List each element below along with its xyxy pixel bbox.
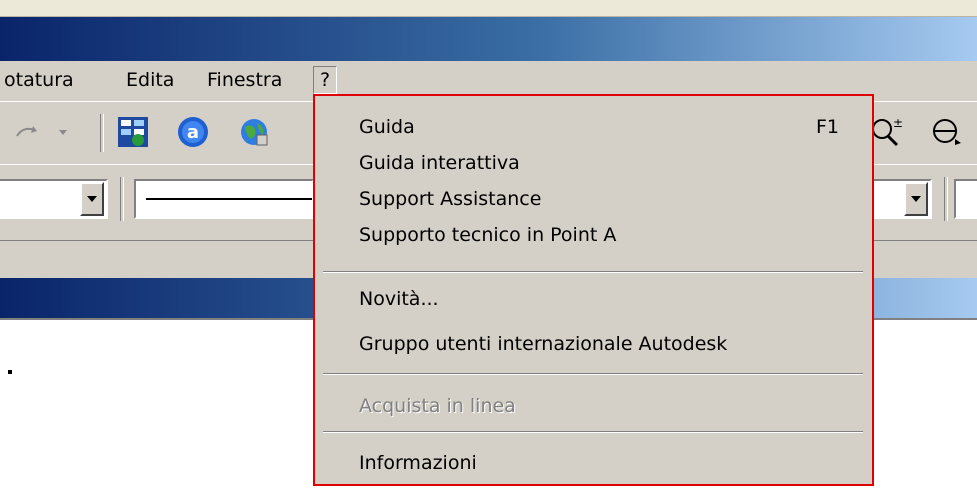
chevron-down-icon[interactable] — [80, 182, 104, 216]
menu-item-label: Acquista in linea — [359, 395, 516, 417]
menu-item-supporto-tecnico[interactable]: Supporto tecnico in Point A — [359, 218, 839, 252]
menu-separator — [323, 431, 863, 433]
menu-finestra[interactable]: Finestra — [203, 66, 286, 94]
linetype-preview-line — [146, 198, 312, 200]
menu-item-label: Guida interattiva — [359, 152, 520, 174]
3d-orbit-icon[interactable] — [928, 112, 964, 152]
svg-text:a: a — [187, 122, 199, 143]
menu-item-label: Informazioni — [359, 452, 477, 474]
window-top-strip — [0, 0, 977, 17]
toolbar-separator — [100, 114, 104, 152]
menu-item-label: Supporto tecnico in Point A — [359, 224, 617, 246]
lineweight-combo[interactable] — [870, 179, 932, 219]
menu-help[interactable]: ? — [313, 66, 338, 94]
menu-item-label: Guida — [359, 116, 415, 138]
menu-item-label: Novità... — [359, 288, 439, 310]
shortcut-label: F1 — [815, 116, 839, 138]
plotstyle-combo[interactable] — [954, 179, 977, 219]
menu-quotatura[interactable]: otatura — [0, 66, 78, 94]
title-bar — [0, 17, 977, 61]
menu-item-gruppo-utenti[interactable]: Gruppo utenti internazionale Autodesk — [359, 327, 839, 361]
menu-item-guida[interactable]: Guida F1 — [359, 110, 839, 144]
menu-item-informazioni[interactable]: Informazioni — [359, 446, 839, 480]
linetype-combo[interactable] — [134, 179, 314, 219]
menu-item-label: Gruppo utenti internazionale Autodesk — [359, 333, 728, 355]
menu-edita[interactable]: Edita — [122, 66, 178, 94]
menu-item-support-assistance[interactable]: Support Assistance — [359, 182, 839, 216]
globe-icon[interactable] — [236, 112, 272, 152]
menu-item-acquista-in-linea: Acquista in linea — [359, 389, 839, 423]
redo-dropdown-icon[interactable] — [52, 112, 74, 152]
menu-separator — [323, 271, 863, 273]
menu-item-guida-interattiva[interactable]: Guida interattiva — [359, 146, 839, 180]
menu-item-label: Support Assistance — [359, 188, 542, 210]
svg-text:±: ± — [893, 116, 903, 130]
redo-icon[interactable] — [10, 112, 46, 152]
cursor-dot — [8, 370, 12, 374]
layers-icon[interactable] — [115, 112, 151, 152]
layer-combo[interactable] — [0, 179, 108, 219]
toolbar-separator — [120, 177, 124, 221]
help-dropdown-menu: Guida F1 Guida interattiva Support Assis… — [313, 94, 874, 486]
autodesk-a-icon[interactable]: a — [175, 112, 211, 152]
toolbar-separator — [944, 177, 948, 221]
menu-item-novita[interactable]: Novità... — [359, 282, 839, 316]
menu-separator — [323, 373, 863, 375]
chevron-down-icon[interactable] — [904, 182, 928, 216]
